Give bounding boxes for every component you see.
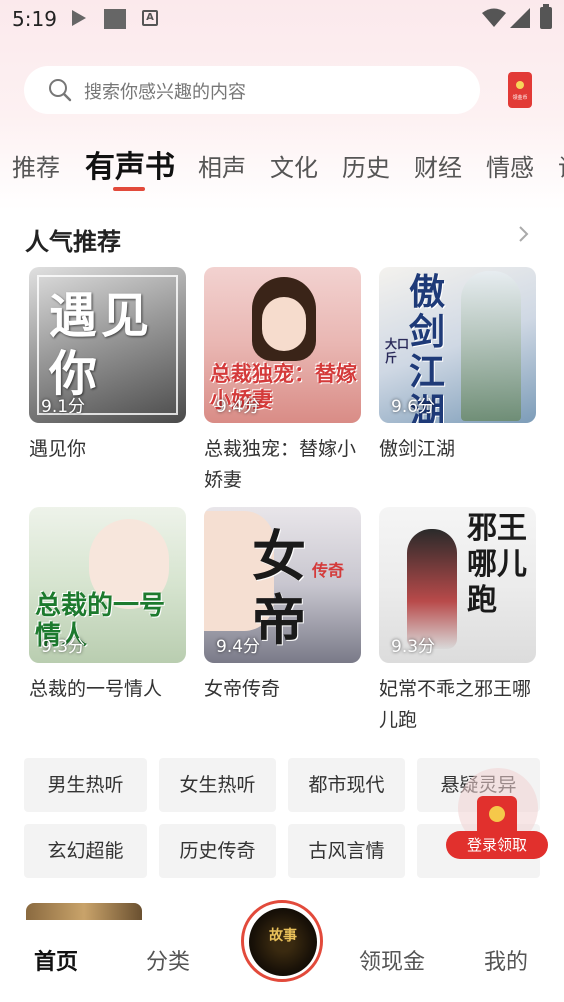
tab-audiobook[interactable]: 有声书: [85, 142, 175, 186]
cover-author-text: 大口斤: [385, 337, 410, 365]
category-chip[interactable]: 玄幻超能: [24, 824, 147, 878]
category-chip[interactable]: 古风言情: [288, 824, 405, 878]
login-claim-button[interactable]: 登录领取: [446, 831, 548, 859]
category-chip[interactable]: 女生热听: [159, 758, 276, 812]
book-cover[interactable]: 总裁独宠：替嫁小娇妻 9.4分: [204, 267, 361, 423]
cover-subtitle-text: 传奇: [312, 561, 345, 580]
play-icon: [72, 10, 86, 26]
gift-label: 领金币: [512, 95, 528, 101]
book-score: 9.4分: [216, 637, 261, 657]
nav-mine[interactable]: 我的: [484, 944, 528, 976]
tab-poetry[interactable]: 诗: [558, 148, 564, 183]
book-title[interactable]: 女帝传奇: [204, 674, 364, 705]
cover-title-text: 女帝: [252, 525, 306, 652]
tab-emotion[interactable]: 情感: [486, 148, 534, 183]
nav-home[interactable]: 首页: [34, 944, 78, 976]
book-score: 9.3分: [41, 637, 86, 657]
book-cover[interactable]: 邪王哪儿跑 9.3分: [379, 507, 536, 663]
book-title[interactable]: 傲剑江湖: [379, 434, 539, 465]
book-title[interactable]: 妃常不乖之邪王哪儿跑: [379, 674, 539, 736]
tab-recommend[interactable]: 推荐: [12, 148, 60, 183]
cover-title-text: 邪王哪儿跑: [467, 511, 527, 618]
book-score: 9.3分: [391, 637, 436, 657]
battery-icon: [540, 4, 552, 29]
cover-title-text: 遇见你: [49, 288, 154, 402]
cover-figure: [461, 271, 521, 421]
status-bar: 5:19 A: [0, 0, 564, 38]
wifi-icon: [482, 8, 506, 27]
search-placeholder: 搜索你感兴趣的内容: [84, 82, 246, 103]
tab-culture[interactable]: 文化: [270, 148, 318, 183]
book-title[interactable]: 总裁的一号情人: [29, 674, 189, 705]
tab-finance[interactable]: 财经: [414, 148, 462, 183]
now-playing-cover-text: 故事: [269, 928, 297, 944]
book-score: 9.1分: [41, 397, 86, 417]
book-cover[interactable]: 傲剑江湖 大口斤 9.6分: [379, 267, 536, 423]
status-time: 5:19: [12, 7, 57, 31]
tab-crosstalk[interactable]: 相声: [198, 148, 246, 183]
font-icon: A: [142, 10, 158, 26]
book-cover[interactable]: 总裁的一号情人 9.3分: [29, 507, 186, 663]
cover-figure: [407, 529, 457, 649]
cover-face: [262, 297, 306, 351]
search-input[interactable]: 搜索你感兴趣的内容: [24, 66, 480, 114]
category-chip[interactable]: 都市现代: [288, 758, 405, 812]
book-score: 9.6分: [391, 397, 436, 417]
chevron-right-icon[interactable]: [516, 224, 532, 244]
book-cover[interactable]: 女帝 传奇 9.4分: [204, 507, 361, 663]
category-chip[interactable]: 男生热听: [24, 758, 147, 812]
search-icon: [49, 79, 72, 102]
category-chip[interactable]: 历史传奇: [159, 824, 276, 878]
nav-cash[interactable]: 领现金: [359, 944, 425, 976]
tab-active-indicator: [113, 187, 145, 191]
book-cover[interactable]: 遇见你 9.1分: [29, 267, 186, 423]
stop-icon: [104, 9, 126, 29]
tab-history[interactable]: 历史: [342, 148, 390, 183]
nav-category[interactable]: 分类: [146, 944, 190, 976]
red-packet-icon[interactable]: 领金币: [508, 72, 532, 108]
signal-icon: [510, 8, 530, 28]
book-title[interactable]: 遇见你: [29, 434, 189, 465]
book-score: 9.4分: [216, 397, 261, 417]
book-title[interactable]: 总裁独宠：替嫁小娇妻: [204, 434, 364, 496]
section-title: 人气推荐: [25, 228, 121, 256]
category-tabs: 推荐 有声书 相声 文化 历史 财经 情感 诗: [12, 142, 564, 192]
